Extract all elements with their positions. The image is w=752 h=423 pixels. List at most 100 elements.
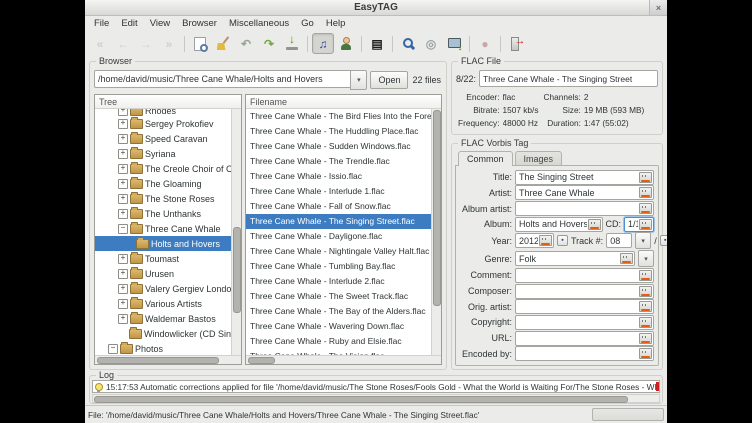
- file-horizontal-scrollbar[interactable]: [246, 355, 441, 364]
- save-files-button[interactable]: [281, 33, 303, 54]
- menu-go[interactable]: Go: [295, 17, 320, 30]
- cd-field[interactable]: 1/1: [624, 217, 654, 232]
- open-button[interactable]: Open: [370, 71, 408, 89]
- composer-field[interactable]: [515, 284, 654, 299]
- tree-item[interactable]: +Various Artists: [95, 296, 231, 311]
- tag-all-files-album-artist-icon[interactable]: [639, 203, 652, 214]
- quit-button[interactable]: [505, 33, 527, 54]
- menu-help[interactable]: Help: [320, 17, 352, 30]
- close-button[interactable]: ×: [649, 0, 667, 15]
- tag-all-files-copyright-icon[interactable]: [639, 317, 652, 328]
- tree-item[interactable]: +Waldemar Bastos: [95, 311, 231, 326]
- tag-all-files-year-icon[interactable]: [539, 235, 552, 246]
- tree-expander-icon[interactable]: −: [118, 224, 128, 234]
- track-field[interactable]: 08: [606, 233, 632, 248]
- tag-all-files-artist-icon[interactable]: [639, 187, 652, 198]
- cddb-search-button[interactable]: [443, 33, 465, 54]
- scrollbar-thumb[interactable]: [94, 396, 628, 403]
- artist-album-view-button[interactable]: [335, 33, 357, 54]
- tree-item[interactable]: +Urusen: [95, 266, 231, 281]
- menu-miscellaneous[interactable]: Miscellaneous: [223, 17, 295, 30]
- file-list-item[interactable]: Three Cane Whale - The Sweet Track.flac: [246, 289, 431, 304]
- tag-all-files-encoded-by-icon[interactable]: [639, 348, 652, 359]
- file-list-item[interactable]: Three Cane Whale - Dayligone.flac: [246, 229, 431, 244]
- genre-dropdown-button[interactable]: ▾: [638, 250, 654, 267]
- year-field[interactable]: 2012: [515, 233, 554, 248]
- tree-item[interactable]: +Syriana: [95, 146, 231, 161]
- redo-button[interactable]: ↷: [258, 33, 280, 54]
- menu-edit[interactable]: Edit: [115, 17, 143, 30]
- invert-selection-button[interactable]: ▤: [366, 33, 388, 54]
- tab-images[interactable]: Images: [515, 151, 563, 165]
- tree-item[interactable]: Windowlicker (CD Single): [95, 326, 231, 341]
- tree-item[interactable]: −Photos: [95, 341, 231, 355]
- tree-item[interactable]: +The Stone Roses: [95, 191, 231, 206]
- go-previous-button[interactable]: ←: [112, 33, 134, 54]
- file-list-item[interactable]: Three Cane Whale - Sudden Windows.flac: [246, 139, 431, 154]
- tag-all-files-orig-artist-icon[interactable]: [639, 301, 652, 312]
- file-list-item[interactable]: Three Cane Whale - Wavering Down.flac: [246, 319, 431, 334]
- tree-expander-icon[interactable]: +: [118, 164, 128, 174]
- file-vertical-scrollbar[interactable]: [431, 109, 441, 355]
- file-list-item[interactable]: Three Cane Whale - Issio.flac: [246, 169, 431, 184]
- file-list-item[interactable]: Three Cane Whale - The Trendle.flac: [246, 154, 431, 169]
- tree-vertical-scrollbar[interactable]: [231, 109, 241, 355]
- tree-expander-icon[interactable]: +: [118, 254, 128, 264]
- tag-all-files-title-icon[interactable]: [639, 172, 652, 183]
- tree-item[interactable]: −Three Cane Whale: [95, 221, 231, 236]
- tab-common[interactable]: Common: [458, 151, 513, 166]
- cddb-disc-button[interactable]: ◎: [420, 33, 442, 54]
- tree-item[interactable]: +Rhodes: [95, 109, 231, 116]
- tree-expander-icon[interactable]: +: [118, 194, 128, 204]
- genre-field[interactable]: Folk: [515, 251, 635, 266]
- filename-column-header[interactable]: Filename: [246, 95, 441, 109]
- encoded-by-field[interactable]: [515, 346, 654, 361]
- album-artist-field[interactable]: [515, 201, 654, 216]
- title-field[interactable]: The Singing Street: [515, 170, 654, 185]
- search-button[interactable]: [397, 33, 419, 54]
- track-number-generator-button[interactable]: ▪: [557, 235, 568, 246]
- log-horizontal-scrollbar[interactable]: [92, 394, 660, 403]
- remove-tags-button[interactable]: [212, 33, 234, 54]
- path-input[interactable]: [94, 70, 350, 88]
- tree-expander-icon[interactable]: +: [118, 119, 128, 129]
- menu-browser[interactable]: Browser: [176, 17, 223, 30]
- tag-all-files-album-icon[interactable]: [588, 219, 601, 230]
- file-list-item[interactable]: Three Cane Whale - Tumbling Bay.flac: [246, 259, 431, 274]
- tree-column-header[interactable]: Tree: [95, 95, 241, 109]
- undo-button[interactable]: ↶: [235, 33, 257, 54]
- tree-expander-icon[interactable]: +: [118, 109, 128, 116]
- menu-file[interactable]: File: [88, 17, 115, 30]
- tree-item[interactable]: Holts and Hovers: [95, 236, 231, 251]
- tree-item[interactable]: +The Gloaming: [95, 176, 231, 191]
- file-list-item[interactable]: Three Cane Whale - The Bay of the Alders…: [246, 304, 431, 319]
- copyright-field[interactable]: [515, 315, 654, 330]
- tree-expander-icon[interactable]: +: [118, 299, 128, 309]
- tree-expander-icon[interactable]: −: [108, 344, 118, 354]
- tree-horizontal-scrollbar[interactable]: [95, 355, 241, 364]
- file-list-item[interactable]: Three Cane Whale - The Bird Flies Into t…: [246, 109, 431, 124]
- tree-expander-icon[interactable]: +: [118, 284, 128, 294]
- tree-expander-icon[interactable]: +: [118, 179, 128, 189]
- tree-item[interactable]: +The Unthanks: [95, 206, 231, 221]
- sound-file-view-toggle[interactable]: ♫: [312, 33, 334, 54]
- tree-item[interactable]: +Speed Caravan: [95, 131, 231, 146]
- titlebar[interactable]: EasyTAG ×: [85, 0, 667, 16]
- go-next-button[interactable]: →: [135, 33, 157, 54]
- scrollbar-thumb[interactable]: [248, 357, 275, 364]
- comment-field[interactable]: [515, 268, 654, 283]
- tree-expander-icon[interactable]: +: [118, 209, 128, 219]
- scan-files-button[interactable]: [189, 33, 211, 54]
- filename-input[interactable]: [479, 70, 658, 87]
- menu-view[interactable]: View: [144, 17, 176, 30]
- track-total-generator-button[interactable]: ▪: [660, 235, 667, 246]
- go-last-button[interactable]: »: [158, 33, 180, 54]
- tag-all-files-url-icon[interactable]: [639, 333, 652, 344]
- orig-artist-field[interactable]: [515, 299, 654, 314]
- tree-expander-icon[interactable]: +: [118, 134, 128, 144]
- file-list-item[interactable]: Three Cane Whale - Interlude 2.flac: [246, 274, 431, 289]
- track-dropdown-button[interactable]: ▾: [635, 232, 651, 249]
- tree-item[interactable]: +Sergey Prokofiev: [95, 116, 231, 131]
- artist-field[interactable]: Three Cane Whale: [515, 185, 654, 200]
- url-field[interactable]: [515, 331, 654, 346]
